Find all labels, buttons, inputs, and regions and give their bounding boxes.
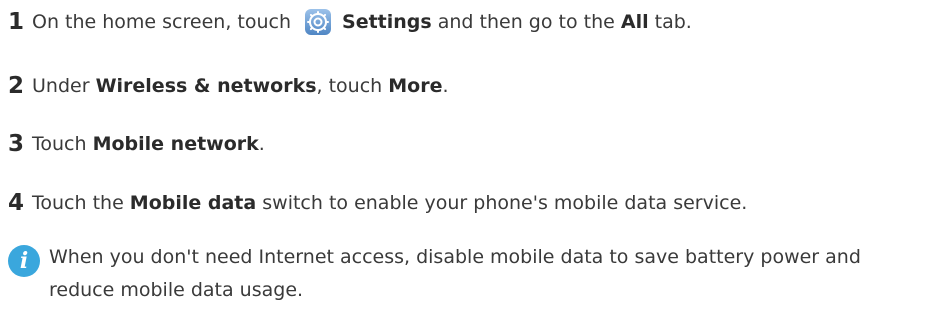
step-text: and then go to the <box>431 11 621 33</box>
step-number: 3 <box>8 131 25 157</box>
step-bold-term: All <box>620 11 649 33</box>
step-text: . <box>258 133 265 155</box>
step-4: 4 Touch the Mobile data switch to enable… <box>8 187 747 219</box>
step-text: Under <box>32 75 96 97</box>
step-bold-term: More <box>388 75 443 97</box>
step-text: switch to enable your phone's mobile dat… <box>256 192 748 214</box>
step-number: 1 <box>8 9 25 35</box>
step-3: 3 Touch Mobile network . <box>8 128 265 160</box>
step-text: On the home screen, touch <box>32 11 292 33</box>
step-number: 4 <box>8 190 25 216</box>
step-text: Touch <box>32 133 93 155</box>
info-icon: i <box>8 245 40 277</box>
settings-gear-icon <box>304 8 332 36</box>
step-2: 2 Under Wireless & networks , touch More… <box>8 70 449 102</box>
step-text: tab. <box>648 11 692 33</box>
step-bold-term: Mobile data <box>129 192 257 214</box>
note-text-line-2: reduce mobile data usage. <box>49 279 304 301</box>
step-1: 1 On the home screen, touch Settings and… <box>8 6 692 38</box>
instructions-document: 1 On the home screen, touch Settings and… <box>0 0 946 317</box>
note-text-line-1: When you don't need Internet access, dis… <box>49 246 861 268</box>
step-text: . <box>442 75 449 97</box>
step-bold-term: Wireless & networks <box>95 75 317 97</box>
step-bold-term: Mobile network <box>92 133 259 155</box>
step-text: , touch <box>316 75 389 97</box>
step-text: Touch the <box>32 192 130 214</box>
step-number: 2 <box>8 73 25 99</box>
step-bold-term: Settings <box>342 11 432 33</box>
